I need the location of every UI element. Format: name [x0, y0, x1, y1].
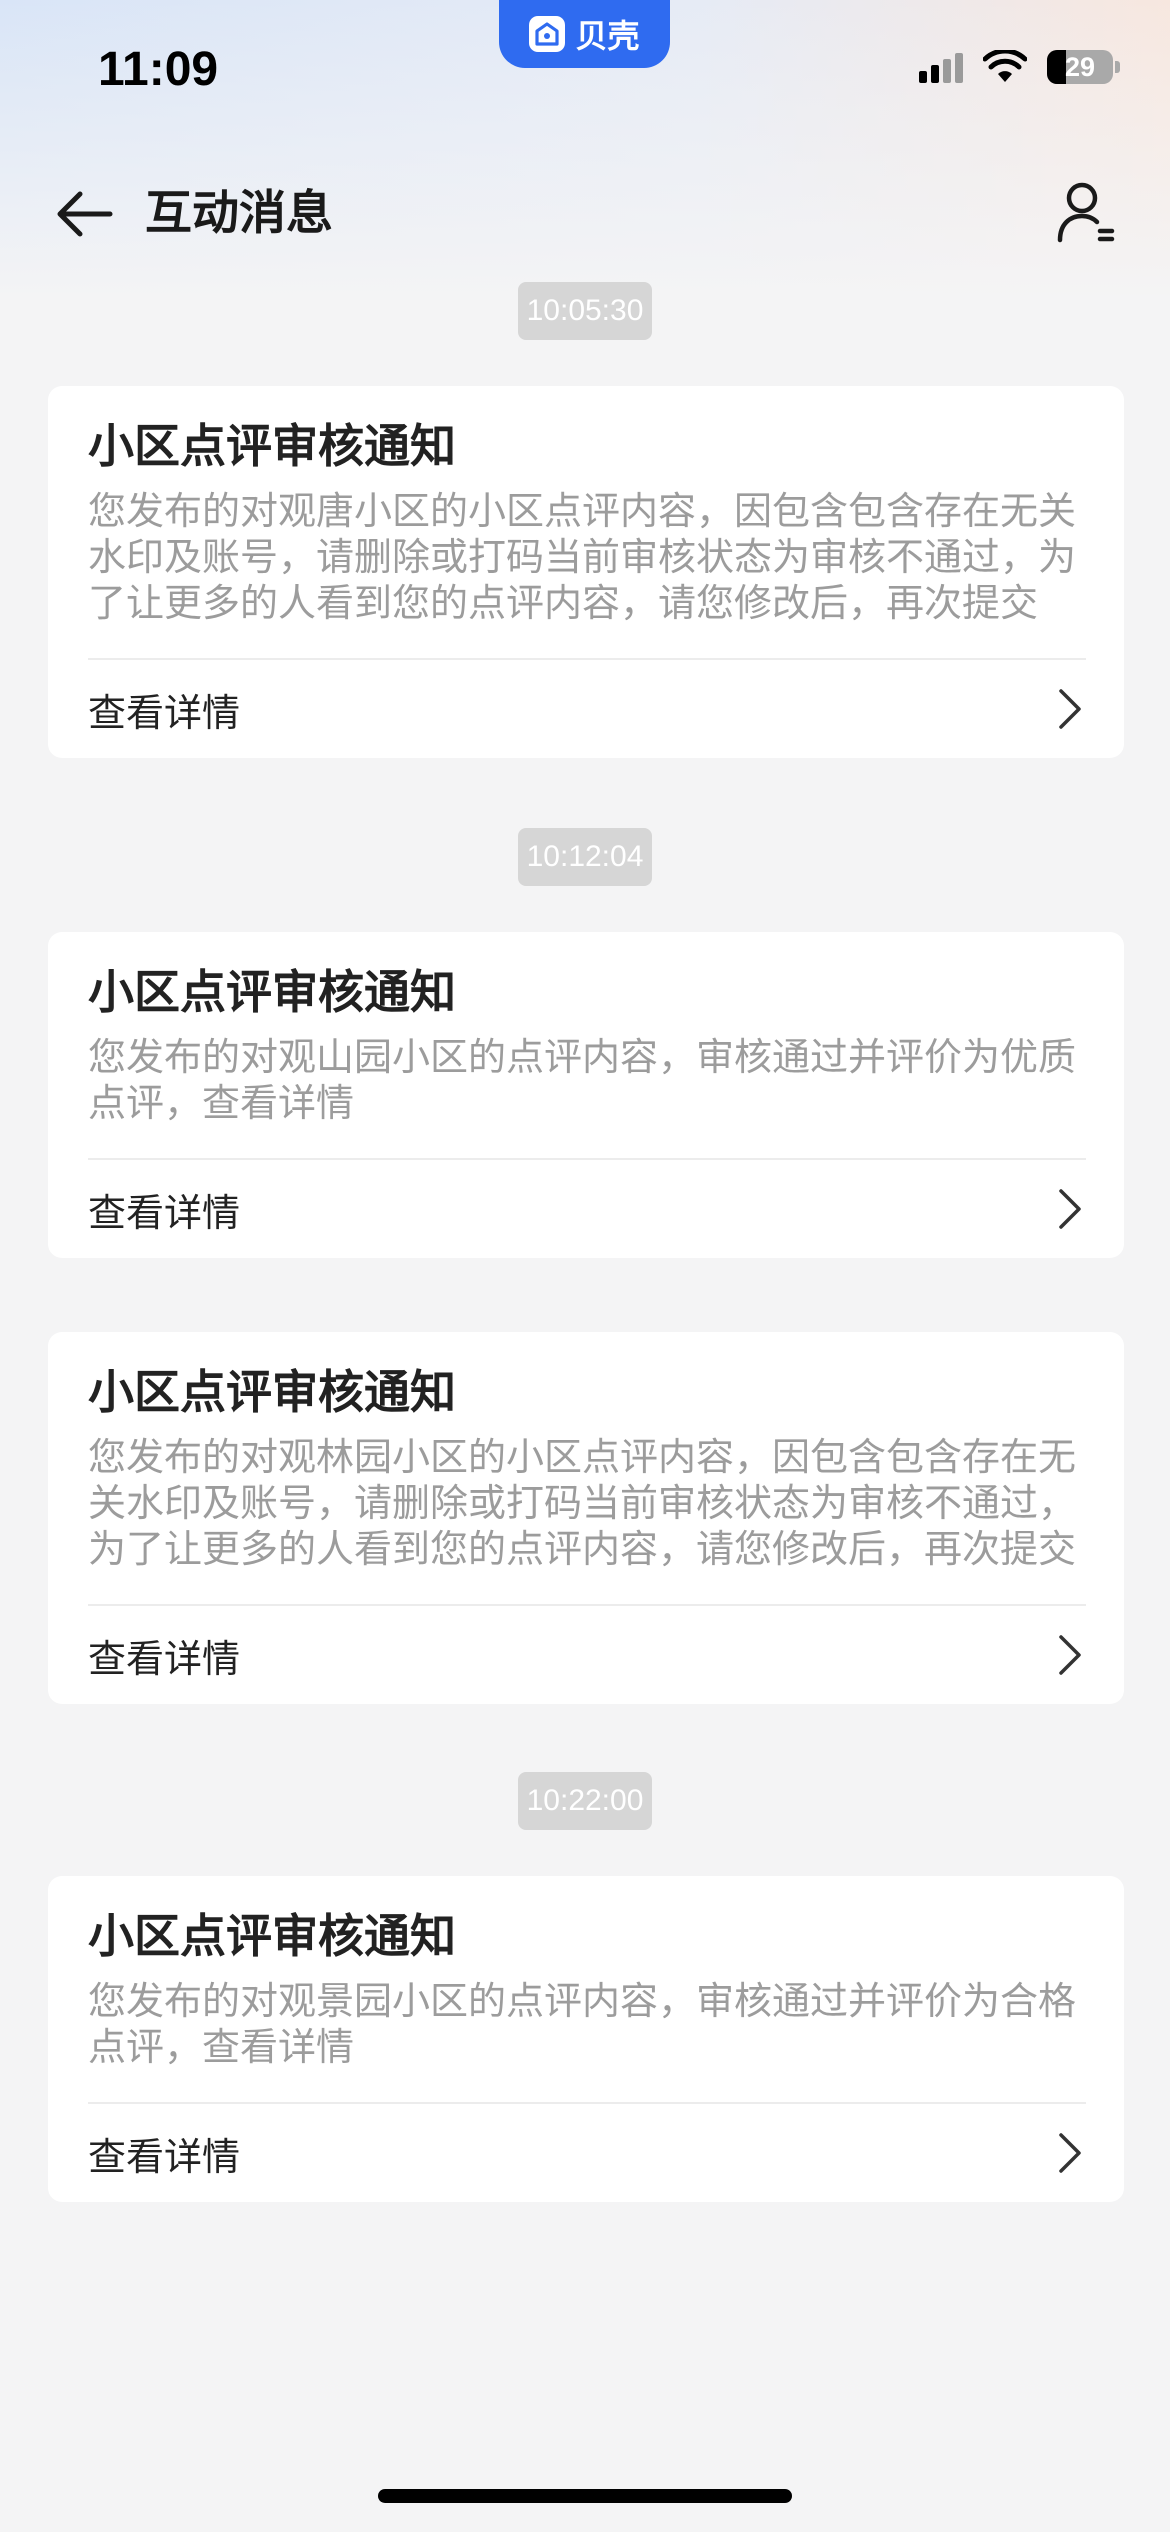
view-details-row[interactable]: 查看详情	[48, 660, 1124, 758]
view-details-link[interactable]: 查看详情	[88, 1182, 240, 1237]
battery-icon: 29	[1047, 50, 1113, 84]
view-details-row[interactable]: 查看详情	[48, 1160, 1124, 1258]
app-return-badge[interactable]: 贝壳	[499, 0, 670, 68]
view-details-link[interactable]: 查看详情	[88, 2126, 240, 2181]
status-icons: 29	[919, 50, 1120, 84]
time-chip: 10:12:04	[517, 828, 653, 886]
message-title: 小区点评审核通知	[88, 1909, 456, 1963]
app-badge-label: 贝壳	[575, 17, 640, 55]
view-details-row[interactable]: 查看详情	[48, 1606, 1124, 1704]
chevron-right-icon	[1059, 689, 1081, 729]
message-body: 您发布的对观景园小区的点评内容，审核通过并评价为合格点评，查看详情	[88, 1979, 1077, 2069]
message-feed[interactable]: 10:05:30 小区点评审核通知 您发布的对观唐小区的小区点评内容，因包含包含…	[0, 270, 1170, 2260]
chevron-right-icon	[1059, 1189, 1081, 1229]
page-title: 互动消息	[145, 186, 333, 241]
status-time: 11:09	[98, 43, 219, 96]
message-title: 小区点评审核通知	[88, 419, 456, 473]
user-profile-icon[interactable]	[1056, 180, 1116, 244]
message-card[interactable]: 小区点评审核通知 您发布的对观景园小区的点评内容，审核通过并评价为合格点评，查看…	[48, 1876, 1124, 2202]
view-details-link[interactable]: 查看详情	[88, 682, 240, 737]
battery-level: 29	[1064, 51, 1096, 82]
wifi-icon	[983, 50, 1027, 82]
beike-logo-icon	[529, 16, 566, 52]
message-body: 您发布的对观唐小区的小区点评内容，因包含包含存在无关水印及账号，请删除或打码当前…	[88, 489, 1077, 625]
chevron-right-icon	[1059, 2133, 1081, 2173]
message-title: 小区点评审核通知	[88, 1365, 456, 1419]
home-indicator[interactable]	[378, 2489, 792, 2503]
time-chip: 10:22:00	[517, 1772, 653, 1830]
message-title: 小区点评审核通知	[88, 965, 456, 1019]
arrow-left-icon[interactable]	[52, 182, 116, 246]
message-card[interactable]: 小区点评审核通知 您发布的对观唐小区的小区点评内容，因包含包含存在无关水印及账号…	[48, 386, 1124, 758]
battery-fill	[1047, 50, 1067, 84]
time-chip: 10:05:30	[517, 282, 653, 340]
message-card[interactable]: 小区点评审核通知 您发布的对观山园小区的点评内容，审核通过并评价为优质点评，查看…	[48, 932, 1124, 1258]
message-body: 您发布的对观山园小区的点评内容，审核通过并评价为优质点评，查看详情	[88, 1035, 1077, 1125]
chevron-right-icon	[1059, 1635, 1081, 1675]
message-body: 您发布的对观林园小区的小区点评内容，因包含包含存在无关水印及账号，请删除或打码当…	[88, 1435, 1077, 1571]
cellular-signal-icon	[919, 51, 963, 83]
battery-tip	[1115, 61, 1120, 73]
view-details-link[interactable]: 查看详情	[88, 1628, 240, 1683]
message-card[interactable]: 小区点评审核通知 您发布的对观林园小区的小区点评内容，因包含包含存在无关水印及账…	[48, 1332, 1124, 1704]
view-details-row[interactable]: 查看详情	[48, 2104, 1124, 2202]
